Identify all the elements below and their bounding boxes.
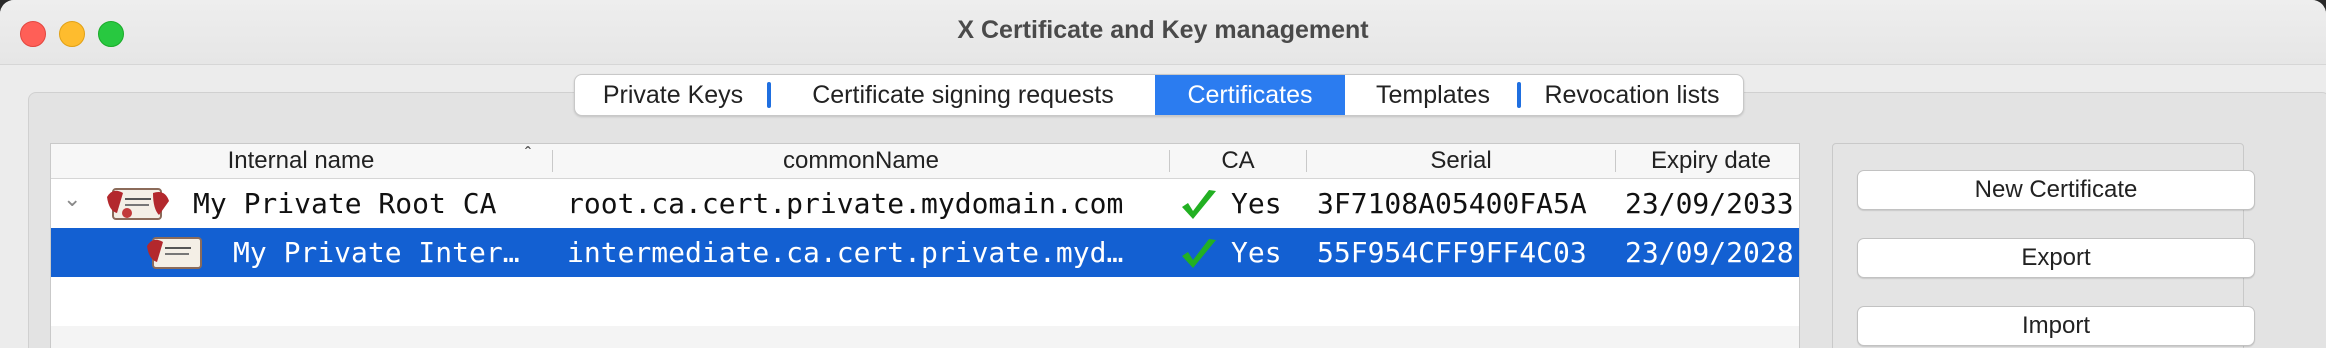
tab-revocation-lists[interactable]: Revocation lists bbox=[1521, 75, 1743, 115]
button-panel: New Certificate Export Import bbox=[1832, 143, 2255, 348]
empty-table-area bbox=[51, 326, 1799, 348]
cell-serial: 55F954CFF9FF4C03 bbox=[1317, 236, 1587, 269]
table-header: Internal name ˆ commonName CA Serial Exp… bbox=[51, 144, 1799, 179]
cell-ca: Yes bbox=[1231, 187, 1282, 220]
cell-serial: 3F7108A05400FA5A bbox=[1317, 187, 1587, 220]
tab-label: Revocation lists bbox=[1544, 81, 1720, 109]
cell-expiry-date: 23/09/2028 bbox=[1625, 236, 1794, 269]
table-row[interactable]: My Private Inter… intermediate.ca.cert.p… bbox=[51, 228, 1799, 277]
column-header-serial[interactable]: Serial bbox=[1307, 144, 1615, 178]
certificate-icon bbox=[147, 237, 202, 269]
checkmark-icon bbox=[1182, 239, 1216, 268]
tab-certificates[interactable]: Certificates bbox=[1155, 75, 1345, 115]
column-header-internal-name[interactable]: Internal name bbox=[51, 144, 551, 178]
cell-common-name: root.ca.cert.private.mydomain.com bbox=[567, 187, 1124, 220]
tab-templates[interactable]: Templates bbox=[1345, 75, 1521, 115]
certificates-table[interactable]: Internal name ˆ commonName CA Serial Exp… bbox=[50, 143, 1800, 348]
cell-internal-name: My Private Root CA bbox=[193, 187, 497, 220]
chevron-down-icon[interactable]: ⌄ bbox=[63, 187, 81, 212]
certificate-icon bbox=[107, 188, 169, 220]
tab-certificate-signing-requests[interactable]: Certificate signing requests bbox=[771, 75, 1155, 115]
window-title: X Certificate and Key management bbox=[957, 16, 1369, 44]
tab-label: Certificate signing requests bbox=[812, 81, 1114, 109]
title-bar: X Certificate and Key management bbox=[0, 0, 2326, 65]
cell-common-name: intermediate.ca.cert.private.myd… bbox=[567, 236, 1124, 269]
cell-internal-name: My Private Inter… bbox=[233, 236, 520, 269]
tab-bar: Private Keys Certificate signing request… bbox=[574, 74, 1744, 116]
import-button[interactable]: Import bbox=[1857, 306, 2255, 346]
table-row[interactable]: ⌄ My Private Root CA root.ca.cert.privat… bbox=[51, 179, 1799, 228]
tab-label: Certificates bbox=[1187, 81, 1313, 109]
checkmark-icon bbox=[1182, 190, 1216, 219]
column-header-expiry-date[interactable]: Expiry date bbox=[1616, 144, 1799, 178]
cell-expiry-date: 23/09/2033 bbox=[1625, 187, 1794, 220]
sort-ascending-icon[interactable]: ˆ bbox=[525, 144, 531, 165]
app-window: X Certificate and Key management Private… bbox=[0, 0, 2326, 348]
export-button[interactable]: Export bbox=[1857, 238, 2255, 278]
empty-table-area bbox=[51, 277, 1799, 326]
new-certificate-button[interactable]: New Certificate bbox=[1857, 170, 2255, 210]
column-header-common-name[interactable]: commonName bbox=[553, 144, 1169, 178]
tab-label: Templates bbox=[1376, 81, 1490, 109]
tab-label: Private Keys bbox=[602, 81, 744, 109]
tab-private-keys[interactable]: Private Keys bbox=[575, 75, 771, 115]
column-header-ca[interactable]: CA bbox=[1170, 144, 1306, 178]
cell-ca: Yes bbox=[1231, 236, 1282, 269]
